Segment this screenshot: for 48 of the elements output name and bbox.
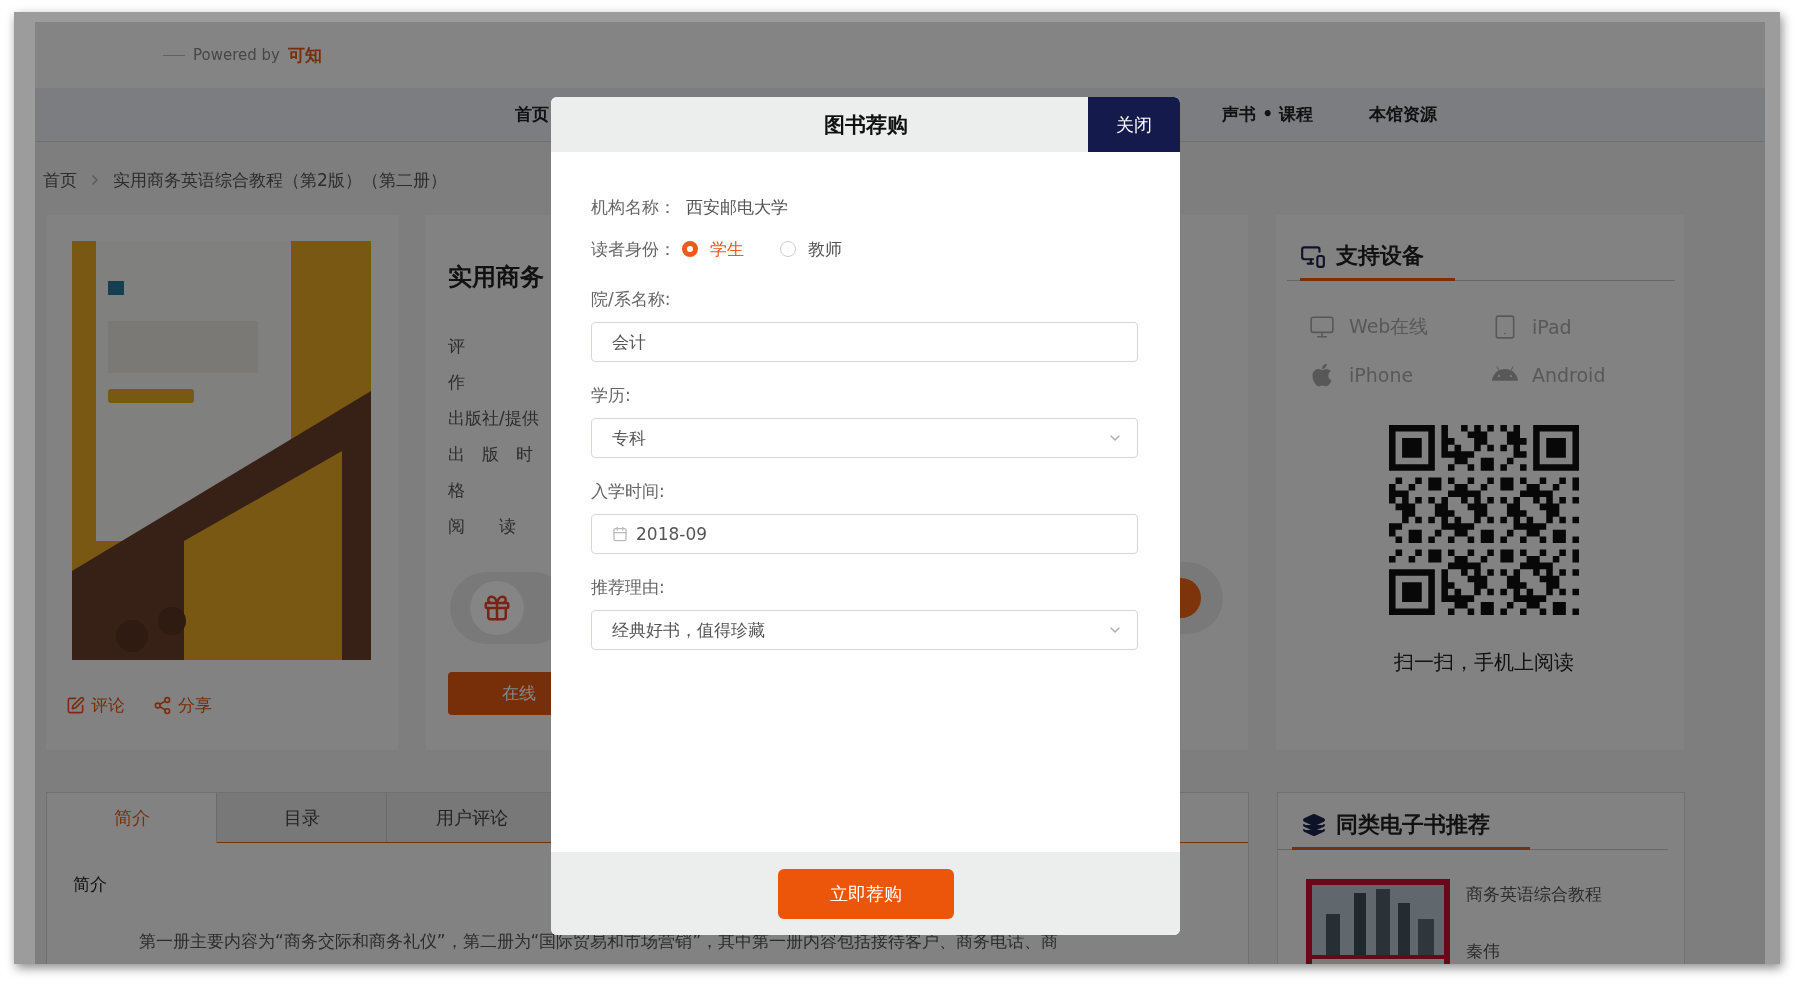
field-label: 机构名称： (591, 195, 676, 219)
section-heading: 简介 (73, 873, 107, 896)
field-label: 学历: (591, 384, 631, 407)
nav-link[interactable]: 声书 • 课程 (1222, 103, 1313, 126)
calendar-icon (612, 526, 628, 542)
radio-button[interactable] (780, 241, 796, 257)
field-label: 阅 读 (448, 515, 516, 538)
powered-by-text: Powered by (193, 46, 280, 64)
book-title: 实用商务 (448, 262, 545, 293)
input-field[interactable]: 会计 (591, 322, 1138, 362)
field-label: 作 (448, 371, 465, 394)
book-link[interactable]: 商务英语综合教程 (1466, 883, 1602, 906)
layers-icon (1302, 813, 1326, 837)
nav-link[interactable]: 本馆资源 (1369, 103, 1437, 126)
field-label: 出 版 时 (448, 443, 533, 466)
nav-link[interactable]: 首页 (515, 103, 549, 126)
action-link[interactable]: 评论 (66, 694, 125, 717)
field-label: 入学时间: (591, 480, 665, 503)
monitor-icon (1309, 314, 1335, 340)
book-author: 秦伟 (1466, 940, 1501, 963)
action-link[interactable]: 分享 (153, 694, 212, 717)
edit-icon (66, 696, 85, 715)
gift-icon (482, 593, 512, 623)
radio-label: 学生 (710, 237, 744, 261)
breadcrumb-link[interactable]: 首页 (43, 168, 77, 192)
brand-logo: 可知 (287, 43, 322, 67)
date-field[interactable]: 2018-09 (591, 514, 1138, 554)
field-label: 院/系名称: (591, 288, 671, 311)
field-value: 西安邮电大学 (686, 195, 788, 219)
radio-button[interactable] (682, 241, 698, 257)
select-field[interactable]: 经典好书，值得珍藏 (591, 610, 1138, 650)
tab[interactable]: 目录 (217, 793, 387, 842)
field-label: 推荐理由: (591, 576, 665, 599)
dialog-title: 图书荐购 (823, 111, 908, 139)
radio-label: 教师 (808, 237, 842, 261)
field-label: 评 (448, 335, 465, 358)
breadcrumb-link[interactable]: 实用商务英语综合教程（第2版）（第二册） (113, 168, 447, 192)
card-title: 同类电子书推荐 (1336, 811, 1490, 839)
close-button[interactable]: 关闭 (1088, 97, 1180, 152)
card-title: 支持设备 (1336, 241, 1424, 270)
field-label: 出版社/提供 (448, 407, 539, 430)
tab[interactable]: 简介 (47, 793, 217, 843)
qr-caption: 扫一扫，手机上阅读 (1393, 649, 1575, 676)
field-label: 读者身份： (591, 237, 676, 261)
field-label: 格 (448, 479, 465, 502)
submit-button[interactable]: 立即荐购 (777, 868, 954, 919)
select-field[interactable]: 专科 (591, 418, 1138, 458)
share-icon (153, 696, 172, 715)
